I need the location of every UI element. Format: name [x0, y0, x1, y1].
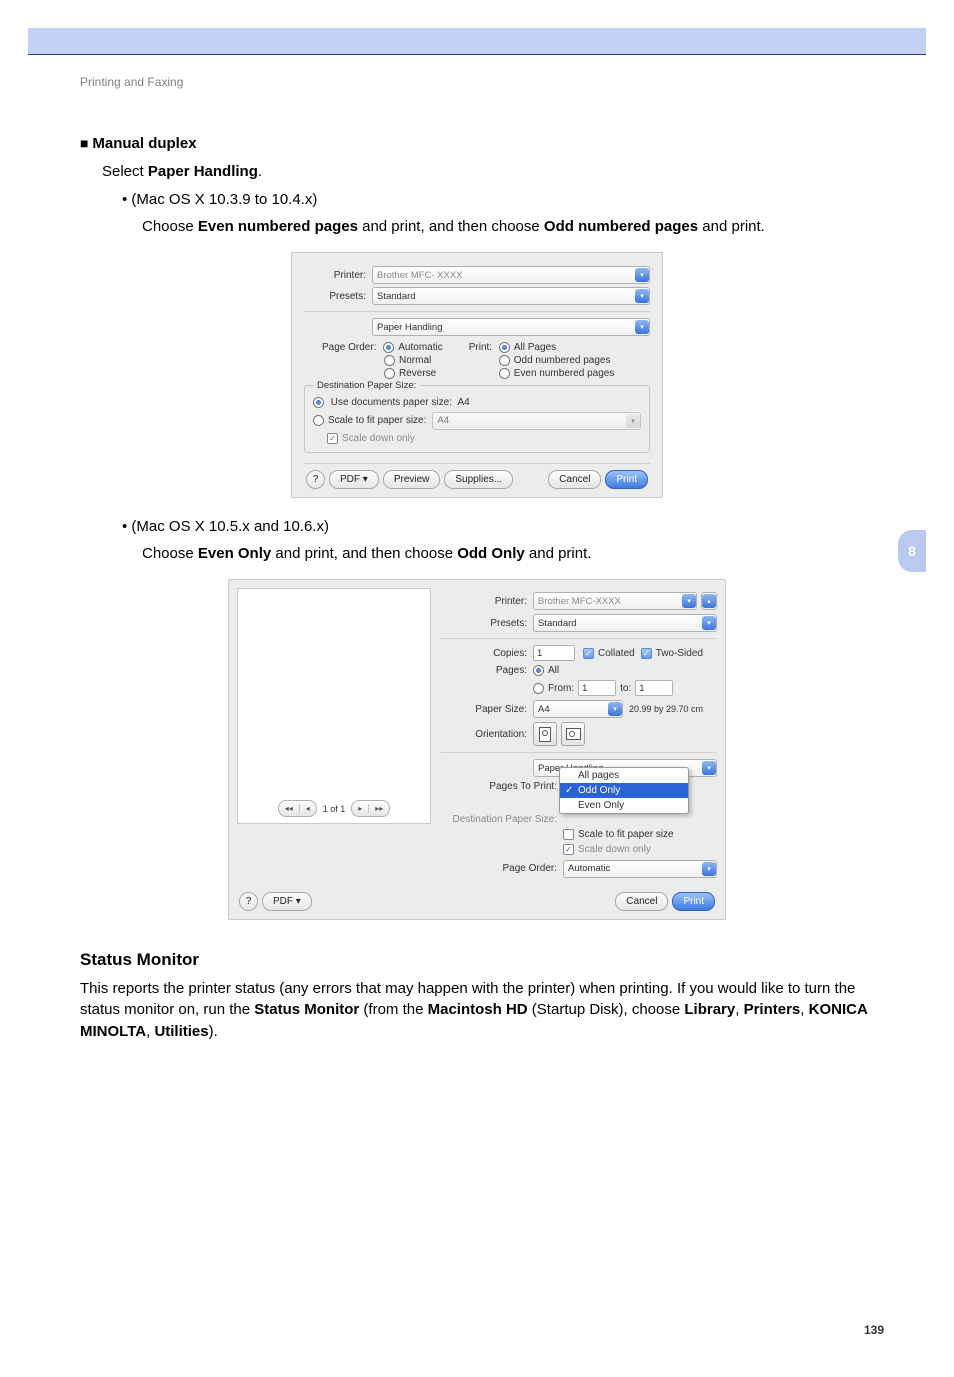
radio-all-pages[interactable]	[499, 342, 510, 353]
breadcrumb: Printing and Faxing	[80, 75, 874, 89]
print-group: Print: All Pages Odd numbered pages Even…	[469, 342, 615, 379]
preview-prev-buttons[interactable]: ◂◂◂	[278, 800, 317, 817]
page-order-select[interactable]: Automatic▾	[563, 860, 717, 878]
pages-label: Pages:	[441, 665, 533, 676]
check-two-sided[interactable]: ✓	[641, 648, 652, 659]
pages-from-input[interactable]: 1	[578, 680, 616, 696]
scale-paper-select[interactable]: A4▾	[432, 412, 641, 430]
pdf-button[interactable]: PDF ▾	[262, 892, 312, 911]
check-scale-down-only[interactable]: ✓	[563, 844, 574, 855]
os-105-instruction: Choose Even Only and print, and then cho…	[142, 543, 874, 565]
print-dialog-10-4: Printer: Brother MFC- XXXX▾ Presets: Sta…	[291, 252, 663, 498]
radio-use-doc-size[interactable]	[313, 397, 324, 408]
menu-item-even-only[interactable]: Even Only	[560, 798, 688, 813]
radio-pages-from[interactable]	[533, 683, 544, 694]
paper-size-select[interactable]: A4▾	[533, 700, 623, 718]
os-104-instruction: Choose Even numbered pages and print, an…	[142, 216, 874, 238]
radio-automatic[interactable]	[383, 342, 394, 353]
paper-size-label: Paper Size:	[441, 704, 533, 715]
panel-select[interactable]: Paper Handling▾	[372, 318, 650, 336]
radio-scale-to-fit[interactable]	[313, 415, 324, 426]
print-label: Print:	[469, 342, 492, 353]
check-scale-to-fit[interactable]	[563, 829, 574, 840]
paper-dimensions: 20.99 by 29.70 cm	[629, 704, 703, 714]
print-button[interactable]: Print	[672, 892, 715, 911]
presets-select[interactable]: Standard▾	[372, 287, 650, 305]
presets-label: Presets:	[304, 291, 372, 302]
cancel-button[interactable]: Cancel	[615, 892, 668, 911]
presets-label: Presets:	[441, 618, 533, 629]
help-button[interactable]: ?	[239, 892, 258, 911]
copies-label: Copies:	[441, 648, 533, 659]
radio-odd-pages[interactable]	[499, 355, 510, 366]
radio-reverse[interactable]	[384, 368, 395, 379]
page-order-group: Page Order: Automatic Normal Reverse	[322, 342, 443, 379]
preview-next-buttons[interactable]: ▸▸▸	[351, 800, 390, 817]
select-paper-handling: Select Paper Handling.	[102, 161, 874, 183]
copies-input[interactable]: 1	[533, 645, 575, 661]
collapse-button[interactable]: ▴	[701, 592, 717, 610]
page-content: Printing and Faxing ■ Manual duplex Sele…	[0, 55, 954, 1377]
print-preview-pane: ◂◂◂ 1 of 1 ▸▸▸	[237, 588, 431, 824]
print-button[interactable]: Print	[605, 470, 648, 489]
page-number: 139	[80, 1323, 884, 1337]
header-band	[28, 28, 926, 55]
manual-duplex-heading: ■ Manual duplex	[80, 133, 874, 155]
pages-to-print-menu[interactable]: All pages Odd Only Even Only	[559, 767, 689, 814]
printer-label: Printer:	[441, 596, 533, 607]
page-order-label: Page Order:	[441, 863, 563, 874]
orientation-portrait[interactable]	[533, 722, 557, 746]
check-collated[interactable]: ✓	[583, 648, 594, 659]
presets-select[interactable]: Standard▾	[533, 614, 717, 632]
radio-even-pages[interactable]	[499, 368, 510, 379]
status-monitor-heading: Status Monitor	[80, 950, 874, 970]
pages-to-print-label: Pages To Print:	[441, 781, 563, 792]
orientation-label: Orientation:	[441, 729, 533, 740]
status-monitor-body: This reports the printer status (any err…	[80, 978, 874, 1043]
print-dialog-10-5: ◂◂◂ 1 of 1 ▸▸▸ Printer: Brother MFC-XXXX…	[228, 579, 726, 919]
os-104-line: • (Mac OS X 10.3.9 to 10.4.x)	[122, 189, 874, 211]
radio-normal[interactable]	[384, 355, 395, 366]
pdf-button[interactable]: PDF ▾	[329, 470, 379, 489]
os-105-line: • (Mac OS X 10.5.x and 10.6.x)	[122, 516, 874, 538]
destination-paper-size-group: Destination Paper Size: Use documents pa…	[304, 385, 650, 452]
menu-item-all-pages[interactable]: All pages	[560, 768, 688, 783]
pages-to-input[interactable]: 1	[635, 680, 673, 696]
chapter-tab: 8	[898, 530, 926, 572]
orientation-landscape[interactable]	[561, 722, 585, 746]
printer-select[interactable]: Brother MFC- XXXX▾	[372, 266, 650, 284]
supplies-button[interactable]: Supplies...	[444, 470, 513, 489]
preview-page-count: 1 of 1	[323, 804, 346, 814]
check-scale-down-only[interactable]: ✓	[327, 433, 338, 444]
radio-pages-all[interactable]	[533, 665, 544, 676]
menu-item-odd-only[interactable]: Odd Only	[560, 783, 688, 798]
printer-label: Printer:	[304, 270, 372, 281]
cancel-button[interactable]: Cancel	[548, 470, 601, 489]
destination-paper-size-label: Destination Paper Size:	[441, 814, 563, 825]
page-order-label: Page Order:	[322, 342, 376, 353]
help-button[interactable]: ?	[306, 470, 325, 489]
preview-button[interactable]: Preview	[383, 470, 441, 489]
printer-select[interactable]: Brother MFC-XXXX▾	[533, 592, 697, 610]
